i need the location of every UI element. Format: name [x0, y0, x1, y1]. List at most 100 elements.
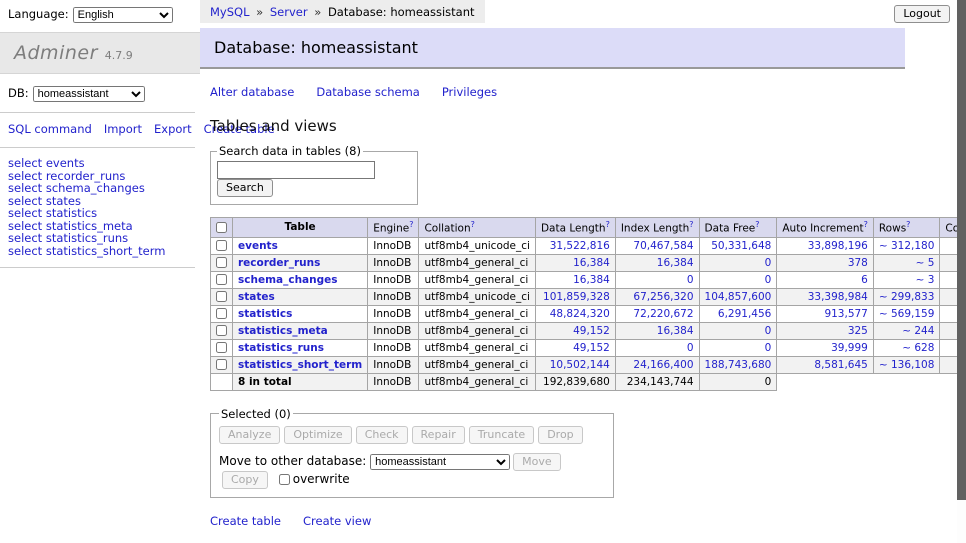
sidebar-select-link[interactable]: select events [8, 157, 200, 170]
data-length-value-link[interactable]: 16,384 [573, 257, 610, 269]
auto-increment-value-link[interactable]: 33,398,984 [808, 291, 868, 303]
index-length-value-link[interactable]: 0 [687, 342, 694, 354]
data-length-value-link[interactable]: 16,384 [573, 274, 610, 286]
create-link[interactable]: Create view [303, 514, 371, 528]
data-free-value-link[interactable]: 6,291,456 [718, 308, 771, 320]
auto-increment-value-link[interactable]: 6 [861, 274, 868, 286]
db-action-link[interactable]: Alter database [210, 85, 294, 99]
search-button[interactable]: Search [217, 179, 273, 197]
engine-cell: InnoDB [368, 356, 419, 373]
auto-increment-value-link[interactable]: 913,577 [824, 308, 867, 320]
index-length-value: 70,467,584 [615, 237, 699, 254]
table-name-link[interactable]: statistics_short_term [238, 359, 362, 371]
sidebar-select-link[interactable]: select statistics_runs [8, 232, 200, 245]
data-free-value-link[interactable]: 104,857,600 [705, 291, 772, 303]
index-length-value-link[interactable]: 67,256,320 [633, 291, 693, 303]
auto-increment-value-link[interactable]: 33,898,196 [808, 240, 868, 252]
data-free-value-link[interactable]: 0 [765, 274, 772, 286]
table-name-link[interactable]: events [238, 240, 278, 252]
data-length-value-link[interactable]: 49,152 [573, 325, 610, 337]
column-help-link[interactable]: ? [864, 220, 868, 229]
help-icon[interactable]: ? [689, 220, 693, 229]
table-name-link[interactable]: statistics_runs [238, 342, 324, 354]
move-db-select[interactable]: homeassistant [370, 454, 510, 470]
column-header-label: Table [285, 221, 316, 233]
row-checkbox[interactable] [216, 257, 227, 268]
index-length-value-link[interactable]: 72,220,672 [633, 308, 693, 320]
rows-value-link[interactable]: ~ 244 [902, 325, 934, 337]
data-free-value-link[interactable]: 0 [765, 342, 772, 354]
column-help-link[interactable]: ? [689, 220, 693, 229]
row-checkbox[interactable] [216, 325, 227, 336]
row-checkbox[interactable] [216, 274, 227, 285]
language-select[interactable]: English [73, 7, 173, 23]
index-length-value-link[interactable]: 0 [687, 274, 694, 286]
data-length-value-link[interactable]: 49,152 [573, 342, 610, 354]
help-icon[interactable]: ? [606, 220, 610, 229]
help-icon[interactable]: ? [864, 220, 868, 229]
table-name-link[interactable]: statistics_meta [238, 325, 328, 337]
db-action-link[interactable]: Database schema [316, 85, 419, 99]
overwrite-checkbox[interactable] [279, 474, 290, 485]
column-help-link[interactable]: ? [606, 220, 610, 229]
row-checkbox[interactable] [216, 291, 227, 302]
help-icon[interactable]: ? [906, 220, 910, 229]
column-help-link[interactable]: ? [409, 220, 413, 229]
rows-value-link[interactable]: ~ 5 [916, 257, 935, 269]
sidebar-select-link[interactable]: select statistics_short_term [8, 245, 200, 258]
sidebar-select-link[interactable]: select schema_changes [8, 182, 200, 195]
help-icon[interactable]: ? [755, 220, 759, 229]
table-name-link[interactable]: recorder_runs [238, 257, 320, 269]
rows-value-link[interactable]: ~ 299,833 [879, 291, 935, 303]
row-checkbox[interactable] [216, 240, 227, 251]
data-free-value-link[interactable]: 0 [765, 257, 772, 269]
auto-increment-value-link[interactable]: 39,999 [831, 342, 868, 354]
rows-value-link[interactable]: ~ 136,108 [879, 359, 935, 371]
data-length-value-link[interactable]: 48,824,320 [550, 308, 610, 320]
sidebar-select-link[interactable]: select statistics [8, 207, 200, 220]
auto-increment-value-link[interactable]: 378 [848, 257, 868, 269]
auto-increment-value-link[interactable]: 325 [848, 325, 868, 337]
select-all-checkbox[interactable] [216, 222, 227, 233]
data-length-value-link[interactable]: 101,859,328 [543, 291, 610, 303]
data-free-value-link[interactable]: 50,331,648 [711, 240, 771, 252]
rows-value: ~ 628 [873, 339, 940, 356]
scrollbar-thumb[interactable] [957, 0, 966, 500]
column-help-link[interactable]: ? [755, 220, 759, 229]
data-free-value-link[interactable]: 0 [765, 325, 772, 337]
table-name-cell: statistics_meta [233, 322, 368, 339]
breadcrumb-mysql-link[interactable]: MySQL [210, 5, 250, 19]
logout-button[interactable]: Logout [894, 5, 950, 23]
table-name-link[interactable]: statistics [238, 308, 292, 320]
db-action-link[interactable]: Privileges [442, 85, 497, 99]
breadcrumb-server-link[interactable]: Server [270, 5, 308, 19]
vertical-scrollbar[interactable] [957, 0, 966, 543]
row-checkbox[interactable] [216, 308, 227, 319]
row-checkbox[interactable] [216, 342, 227, 353]
rows-value-link[interactable]: ~ 312,180 [879, 240, 935, 252]
help-icon[interactable]: ? [471, 220, 475, 229]
row-checkbox[interactable] [216, 359, 227, 370]
table-name-link[interactable]: states [238, 291, 275, 303]
rows-value-link[interactable]: ~ 628 [902, 342, 934, 354]
help-icon[interactable]: ? [409, 220, 413, 229]
auto-increment-value-link[interactable]: 8,581,645 [814, 359, 867, 371]
data-length-value-link[interactable]: 10,502,144 [550, 359, 610, 371]
column-help-link[interactable]: ? [471, 220, 475, 229]
table-name-link[interactable]: schema_changes [238, 274, 338, 286]
index-length-value-link[interactable]: 16,384 [657, 257, 694, 269]
rows-value-link[interactable]: ~ 3 [916, 274, 935, 286]
db-select[interactable]: homeassistant [33, 86, 145, 102]
sidebar-action-link[interactable]: Import [104, 122, 142, 136]
sidebar-action-link[interactable]: SQL command [8, 122, 92, 136]
index-length-value-link[interactable]: 70,467,584 [633, 240, 693, 252]
data-length-value-link[interactable]: 31,522,816 [550, 240, 610, 252]
create-link[interactable]: Create table [210, 514, 281, 528]
column-help-link[interactable]: ? [906, 220, 910, 229]
data-free-value-link[interactable]: 188,743,680 [705, 359, 772, 371]
index-length-value-link[interactable]: 24,166,400 [633, 359, 693, 371]
search-input[interactable] [217, 161, 375, 179]
rows-value-link[interactable]: ~ 569,159 [879, 308, 935, 320]
index-length-value-link[interactable]: 16,384 [657, 325, 694, 337]
sidebar-action-link[interactable]: Export [154, 122, 192, 136]
